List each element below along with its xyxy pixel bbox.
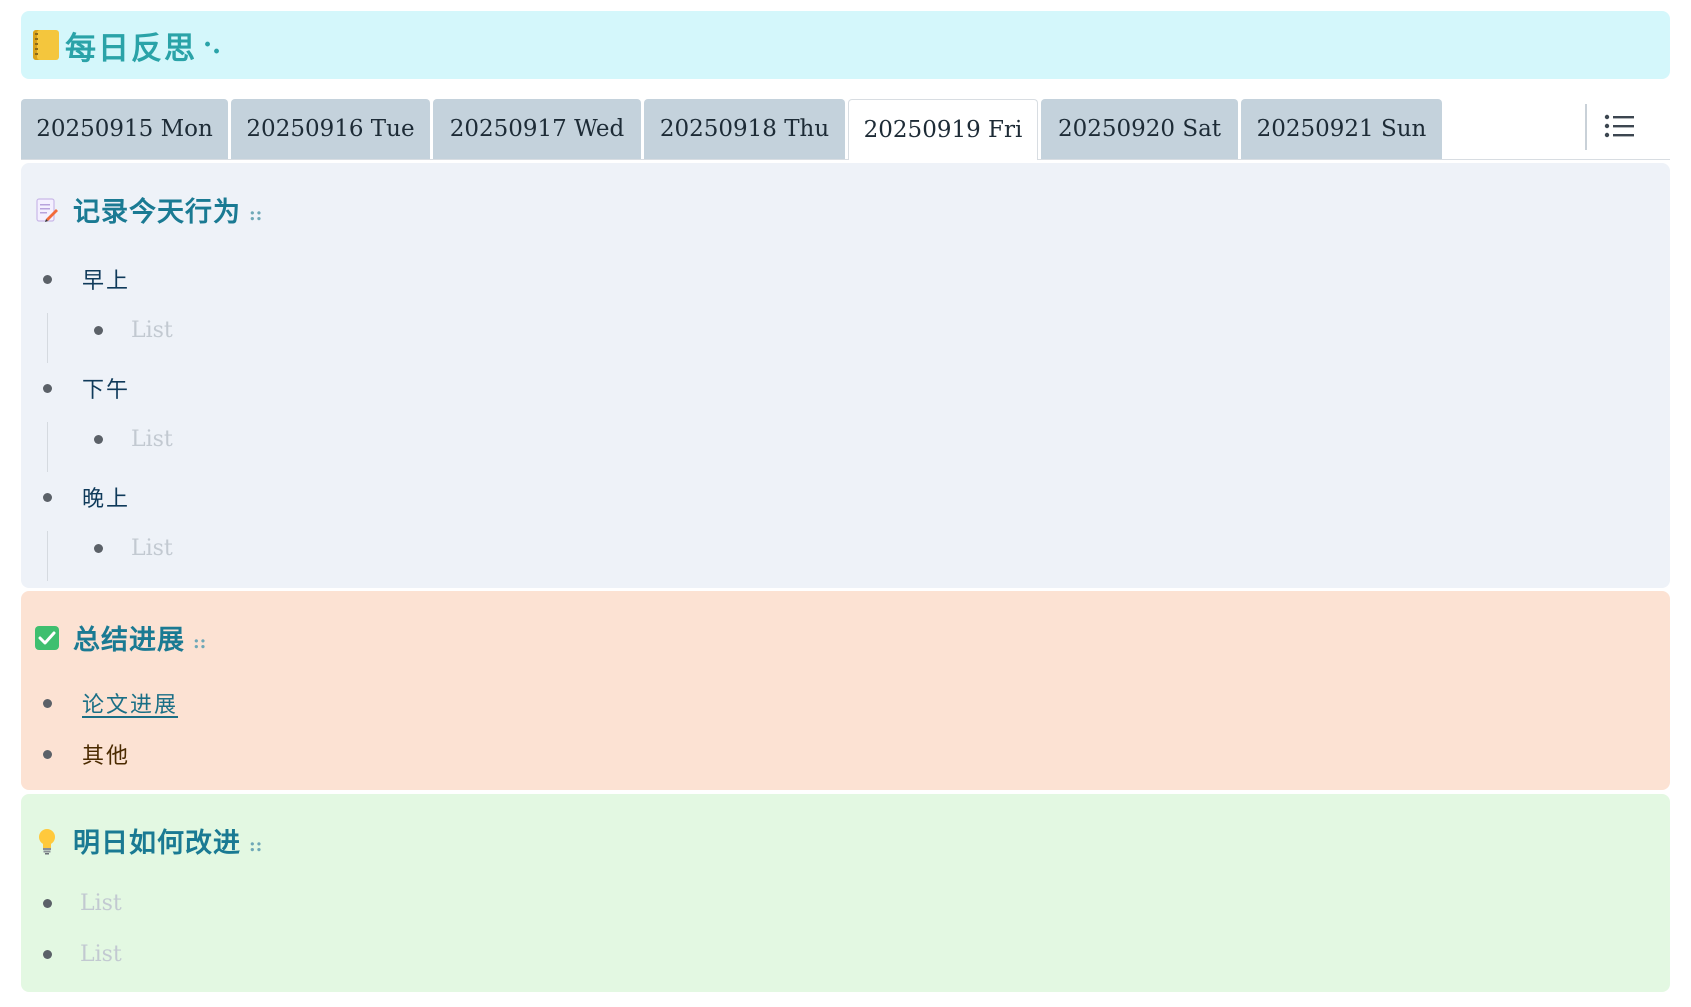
tab-20250918[interactable]: 20250918 Thu — [644, 99, 845, 159]
bullet — [43, 950, 52, 959]
drag-handle[interactable]: :: — [249, 835, 262, 856]
list-icon[interactable] — [1603, 111, 1637, 141]
list-item: 论文进展 — [43, 687, 178, 719]
tab-20250916[interactable]: 20250916 Tue — [231, 99, 430, 159]
list-placeholder[interactable]: List — [80, 891, 122, 916]
improve-heading: 明日如何改进 :: — [33, 821, 262, 860]
list-placeholder[interactable]: List — [131, 318, 173, 343]
bullet — [94, 435, 103, 444]
morning-label[interactable]: 早上 — [82, 263, 130, 295]
tab-20250917[interactable]: 20250917 Wed — [433, 99, 641, 159]
list-item: 晚上 — [43, 481, 130, 513]
bullet — [43, 274, 52, 284]
tab-20250919[interactable]: 20250919 Fri — [848, 99, 1038, 160]
lightbulb-icon — [33, 827, 61, 855]
tab-20250921[interactable]: 20250921 Sun — [1241, 99, 1442, 159]
list-placeholder[interactable]: List — [131, 427, 173, 452]
list-item: List — [43, 942, 122, 967]
afternoon-label[interactable]: 下午 — [82, 372, 130, 404]
summary-title: 总结进展 — [73, 625, 185, 656]
tab-20250920[interactable]: 20250920 Sat — [1041, 99, 1238, 159]
list-placeholder[interactable]: List — [131, 536, 173, 561]
bullet — [43, 383, 52, 393]
bullet — [43, 749, 52, 759]
list-item: List — [94, 536, 173, 561]
drag-handle[interactable]: :: — [249, 204, 262, 225]
improve-title: 明日如何改进 — [73, 828, 241, 859]
title-suffix: ·. — [203, 30, 222, 60]
page-title: 每日反思 — [65, 30, 197, 67]
list-item: 下午 — [43, 372, 130, 404]
paper-progress-link[interactable]: 论文进展 — [82, 687, 178, 719]
record-title: 记录今天行为 — [73, 197, 241, 228]
bullet — [43, 899, 52, 908]
bullet — [43, 492, 52, 502]
list-item: List — [94, 318, 173, 343]
indent-guide — [47, 531, 48, 581]
list-placeholder[interactable]: List — [80, 942, 122, 967]
memo-icon — [33, 196, 61, 224]
other-label[interactable]: 其他 — [82, 738, 130, 770]
summary-heading: 总结进展 :: — [33, 618, 206, 657]
indent-guide — [47, 422, 48, 472]
summary-section: 总结进展 :: 论文进展 其他 — [21, 591, 1670, 790]
check-mark-icon — [33, 624, 61, 652]
list-item: List — [94, 427, 173, 452]
record-heading: 记录今天行为 :: — [33, 190, 262, 229]
bullet — [94, 326, 103, 335]
list-item: 其他 — [43, 738, 130, 770]
list-item: 早上 — [43, 263, 130, 295]
daily-reflection-page: 每日反思 ·. 20250915 Mon 20250916 Tue 202509… — [0, 0, 1691, 1007]
notebook-icon — [33, 30, 59, 60]
evening-label[interactable]: 晚上 — [82, 481, 130, 513]
page-header: 每日反思 ·. — [21, 11, 1670, 79]
drag-handle[interactable]: :: — [193, 632, 206, 653]
bullet — [43, 698, 52, 708]
record-section: 记录今天行为 :: 早上 List 下午 List 晚上 List — [21, 163, 1670, 588]
list-item: List — [43, 891, 122, 916]
tabs-divider — [1585, 104, 1587, 150]
indent-guide — [47, 313, 48, 363]
improve-section: 明日如何改进 :: List List — [21, 794, 1670, 992]
bullet — [94, 544, 103, 553]
date-tabs: 20250915 Mon 20250916 Tue 20250917 Wed 2… — [21, 99, 1670, 160]
tab-20250915[interactable]: 20250915 Mon — [21, 99, 228, 159]
